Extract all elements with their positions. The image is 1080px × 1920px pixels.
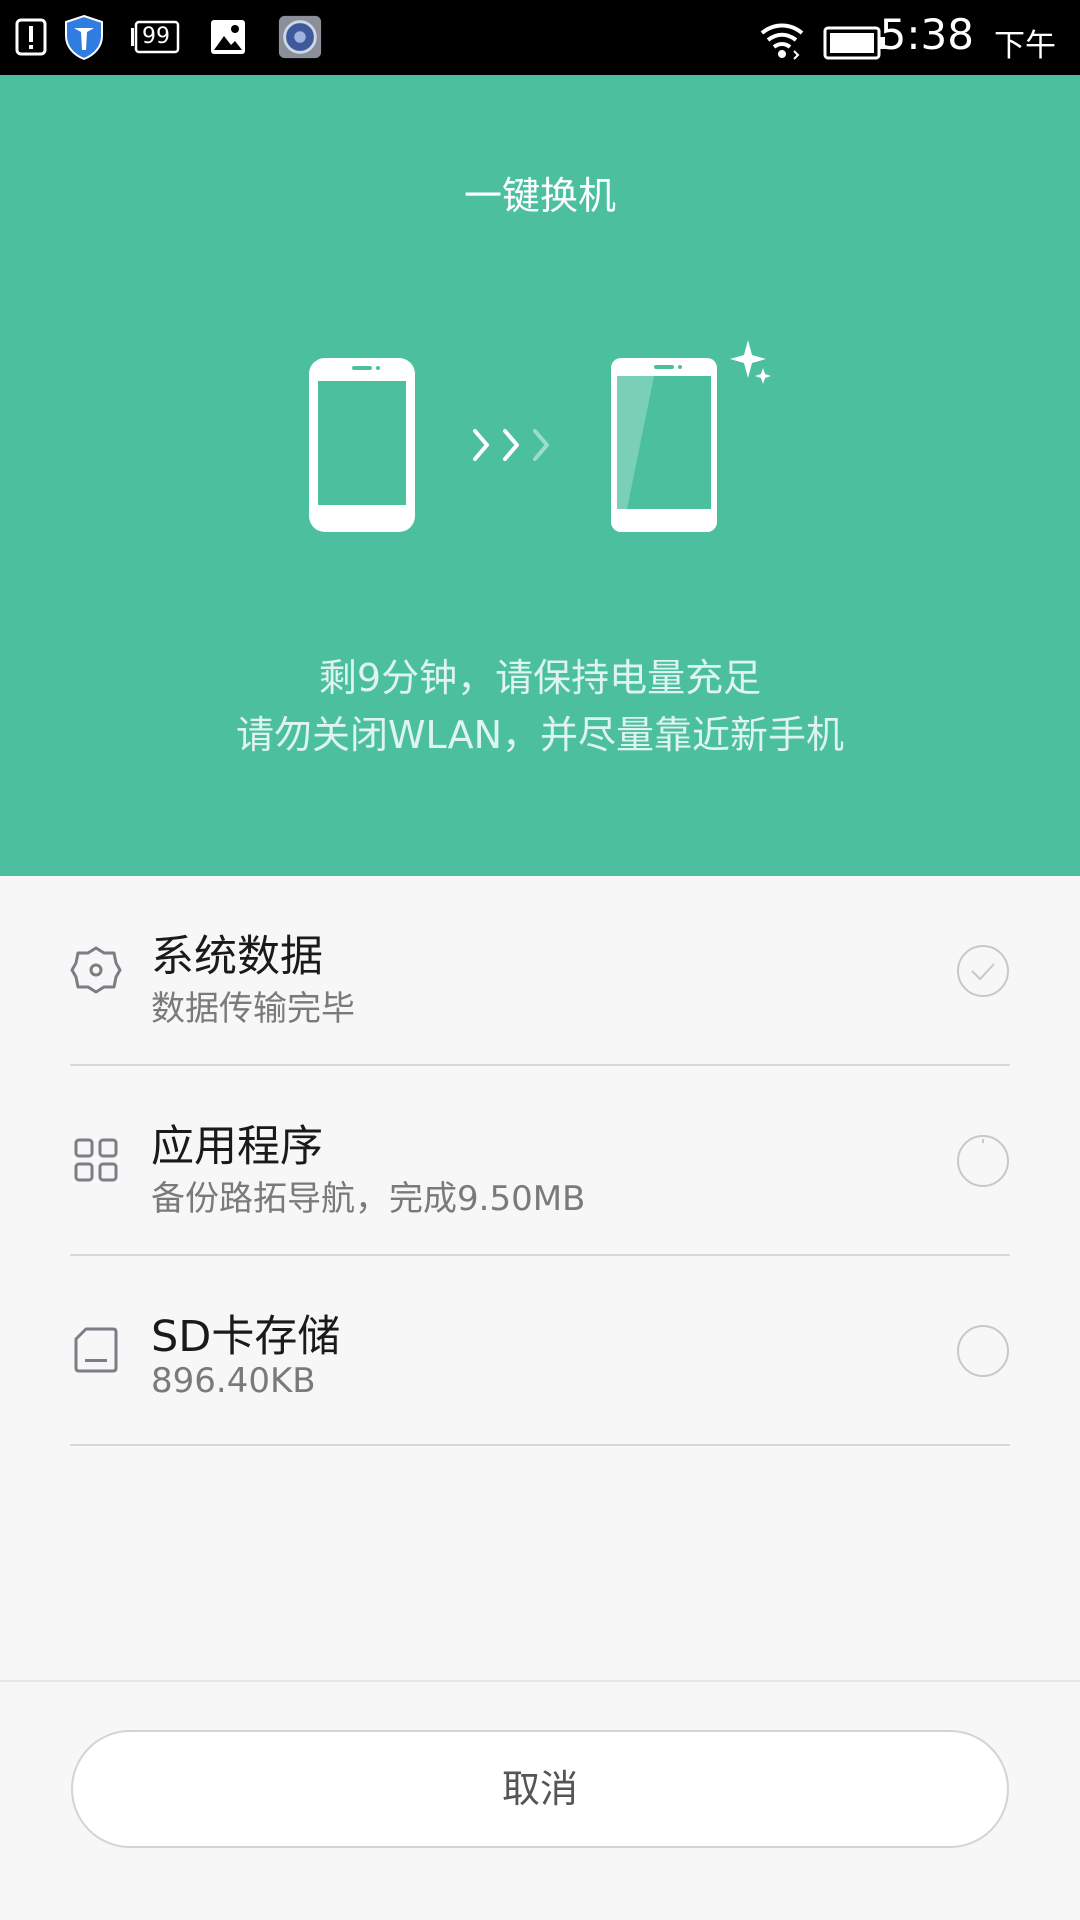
cancel-button[interactable]: 取消 [71, 1730, 1009, 1848]
wifi-icon [760, 23, 804, 60]
time-remaining-text: 剩9分钟，请保持电量充足 [318, 656, 762, 700]
arrows-icon [473, 429, 549, 461]
item-title: SD卡存储 [151, 1312, 341, 1362]
item-title: 应用程序 [151, 1122, 323, 1172]
list-item-apps: 应用程序 备份路拓导航，完成9.50MB [70, 1066, 1010, 1256]
app-icon [278, 15, 322, 59]
item-title: 系统数据 [151, 932, 323, 982]
gear-icon [70, 946, 122, 994]
alert-icon [15, 18, 47, 56]
progress-spinner-icon [957, 1135, 1009, 1187]
sparkle-icon [730, 340, 771, 384]
list-item-system-data: 系统数据 数据传输完毕 [70, 876, 1010, 1066]
wlan-hint-text: 请勿关闭WLAN，并尽量靠近新手机 [235, 713, 845, 757]
item-subtitle: 备份路拓导航，完成9.50MB [151, 1179, 586, 1219]
status-ampm: 下午 [994, 28, 1056, 64]
check-complete-icon [957, 945, 1009, 997]
list-item-sd-card: SD卡存储 896.40KB [70, 1256, 1010, 1446]
status-bar: 99 5:38 下午 [0, 0, 1080, 75]
shield-icon [65, 14, 103, 60]
battery-icon [823, 26, 885, 60]
message-count: 99 [142, 24, 170, 49]
transfer-hero: 一键换机 剩9分钟，请保持电量充足 请勿关闭WLAN，并尽量靠近新手机 [0, 75, 1080, 876]
item-subtitle: 896.40KB [151, 1361, 316, 1401]
apps-grid-icon [74, 1138, 118, 1182]
bottom-divider [0, 1680, 1080, 1682]
image-icon [211, 20, 245, 54]
pending-circle-icon [957, 1325, 1009, 1377]
status-time: 5:38 [879, 10, 974, 59]
old-phone-icon [309, 358, 415, 532]
item-subtitle: 数据传输完毕 [151, 989, 355, 1029]
sd-card-icon [74, 1327, 118, 1373]
new-phone-icon [611, 358, 717, 532]
transfer-item-list: 系统数据 数据传输完毕 应用程序 备份路拓导航，完成9.50MB SD卡存储 8… [70, 876, 1010, 1446]
